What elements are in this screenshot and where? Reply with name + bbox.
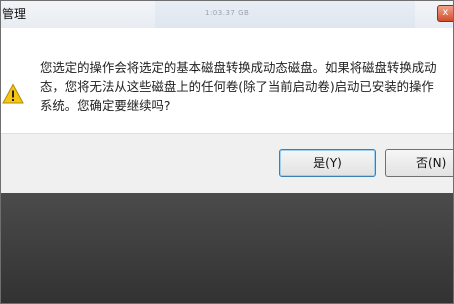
close-button[interactable]: x [437,5,454,22]
warning-icon [2,83,24,104]
background-window-strip [155,0,415,28]
dialog-button-bar: 是(Y) 否(N) [0,133,454,193]
background-window-text: 1:03.37 GB [205,9,250,17]
no-button[interactable]: 否(N) [385,149,454,177]
background-desktop [0,193,454,304]
dialog-titlebar: 管理 1:03.37 GB x [0,0,454,28]
dialog-content: 您选定的操作会将选定的基本磁盘转换成动态磁盘。如果将磁盘转换成动 态，您将无法从… [0,28,454,133]
yes-button[interactable]: 是(Y) [279,149,376,177]
close-icon: x [442,7,449,18]
window-title: 管理 [2,7,27,21]
dialog-message: 您选定的操作会将选定的基本磁盘转换成动态磁盘。如果将磁盘转换成动 态，您将无法从… [40,60,437,113]
